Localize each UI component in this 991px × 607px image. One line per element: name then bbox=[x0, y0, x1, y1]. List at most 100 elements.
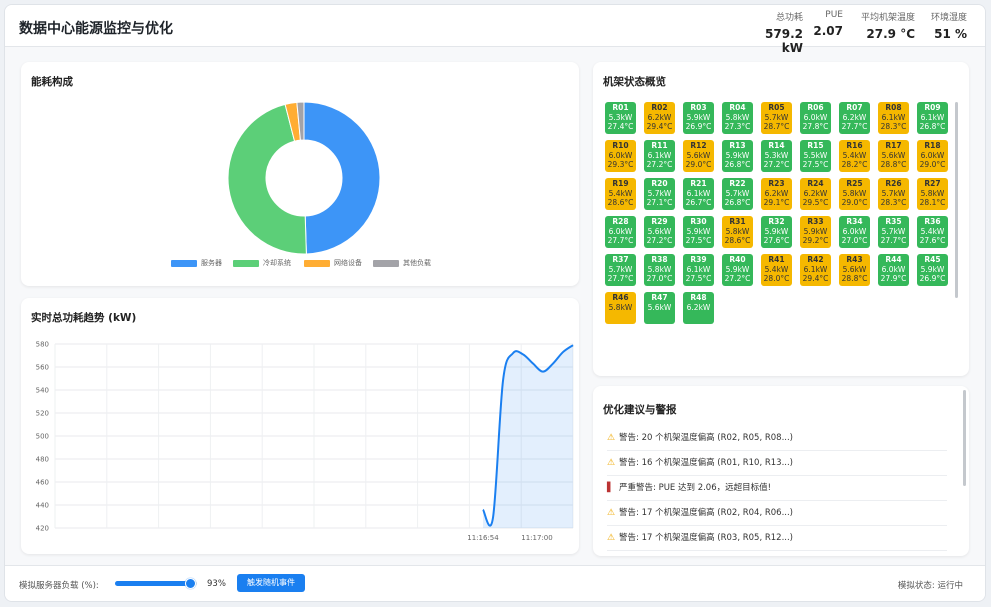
legend-swatch bbox=[171, 259, 197, 267]
rack-tile-r12[interactable]: R12 5.6kW 29.0°C bbox=[683, 140, 714, 172]
load-slider[interactable] bbox=[115, 578, 197, 589]
rack-temp: 26.8°C bbox=[724, 160, 751, 169]
page-title: 数据中心能源监控与优化 bbox=[19, 21, 173, 37]
rack-tile-r45[interactable]: R45 5.9kW 26.9°C bbox=[917, 254, 948, 286]
rack-tile-r03[interactable]: R03 5.9kW 26.9°C bbox=[683, 102, 714, 134]
rack-tile-r29[interactable]: R29 5.6kW 27.2°C bbox=[644, 216, 675, 248]
rack-temp: 27.0°C bbox=[841, 236, 868, 245]
trigger-event-button[interactable]: 触发随机事件 bbox=[237, 574, 305, 592]
metric-value: 579.2 kW bbox=[765, 27, 803, 55]
rack-tile-r22[interactable]: R22 5.7kW 26.8°C bbox=[722, 178, 753, 210]
rack-tile-r34[interactable]: R34 6.0kW 27.0°C bbox=[839, 216, 870, 248]
rack-tile-r46[interactable]: R46 5.8kW bbox=[605, 292, 636, 324]
rack-tile-r04[interactable]: R04 5.8kW 27.3°C bbox=[722, 102, 753, 134]
rack-temp: 28.6°C bbox=[607, 198, 634, 207]
rack-tile-r16[interactable]: R16 5.4kW 28.2°C bbox=[839, 140, 870, 172]
legend-item[interactable]: 服务器 bbox=[171, 258, 222, 268]
rack-id: R22 bbox=[729, 179, 746, 188]
rack-temp: 28.0°C bbox=[763, 274, 790, 283]
legend-item[interactable]: 其他负载 bbox=[373, 258, 431, 268]
rack-id: R27 bbox=[924, 179, 941, 188]
rack-tile-r38[interactable]: R38 5.8kW 27.0°C bbox=[644, 254, 675, 286]
rack-tile-r39[interactable]: R39 6.1kW 27.5°C bbox=[683, 254, 714, 286]
rack-id: R45 bbox=[924, 255, 941, 264]
rack-tile-r25[interactable]: R25 5.8kW 29.0°C bbox=[839, 178, 870, 210]
rack-tile-r18[interactable]: R18 6.0kW 29.0°C bbox=[917, 140, 948, 172]
rack-power: 6.0kW bbox=[608, 226, 633, 236]
slider-thumb[interactable] bbox=[185, 578, 197, 589]
rack-id: R47 bbox=[651, 293, 668, 302]
rack-power: 5.7kW bbox=[647, 188, 672, 198]
rack-id: R12 bbox=[690, 141, 707, 150]
rack-temp: 27.6°C bbox=[763, 236, 790, 245]
rack-temp: 27.2°C bbox=[646, 236, 673, 245]
rack-id: R43 bbox=[846, 255, 863, 264]
rack-tile-r30[interactable]: R30 5.9kW 27.5°C bbox=[683, 216, 714, 248]
rack-id: R29 bbox=[651, 217, 668, 226]
control-footer: 模拟服务器负载 (%): 93% 触发随机事件 模拟状态: 运行中 bbox=[5, 565, 985, 601]
legend-label: 网络设备 bbox=[334, 259, 362, 267]
rack-temp: 29.2°C bbox=[802, 236, 829, 245]
rack-tile-r43[interactable]: R43 5.6kW 28.8°C bbox=[839, 254, 870, 286]
rack-tile-r32[interactable]: R32 5.9kW 27.6°C bbox=[761, 216, 792, 248]
rack-scrollbar[interactable] bbox=[955, 102, 958, 298]
rack-tile-r23[interactable]: R23 6.2kW 29.1°C bbox=[761, 178, 792, 210]
rack-tile-r42[interactable]: R42 6.1kW 29.4°C bbox=[800, 254, 831, 286]
rack-tile-r11[interactable]: R11 6.1kW 27.2°C bbox=[644, 140, 675, 172]
rack-tile-r19[interactable]: R19 5.4kW 28.6°C bbox=[605, 178, 636, 210]
rack-tile-r10[interactable]: R10 6.0kW 29.3°C bbox=[605, 140, 636, 172]
rack-tile-r37[interactable]: R37 5.7kW 27.7°C bbox=[605, 254, 636, 286]
alerts-scrollbar[interactable] bbox=[963, 390, 966, 486]
rack-tile-r02[interactable]: R02 6.2kW 29.4°C bbox=[644, 102, 675, 134]
rack-tile-r28[interactable]: R28 6.0kW 27.7°C bbox=[605, 216, 636, 248]
rack-tile-r27[interactable]: R27 5.8kW 28.1°C bbox=[917, 178, 948, 210]
rack-id: R17 bbox=[885, 141, 902, 150]
rack-tile-r36[interactable]: R36 5.4kW 27.6°C bbox=[917, 216, 948, 248]
rack-tile-r47[interactable]: R47 5.6kW bbox=[644, 292, 675, 324]
rack-tile-r44[interactable]: R44 6.0kW 27.9°C bbox=[878, 254, 909, 286]
rack-tile-r33[interactable]: R33 5.9kW 29.2°C bbox=[800, 216, 831, 248]
rack-tile-r06[interactable]: R06 6.0kW 27.8°C bbox=[800, 102, 831, 134]
rack-power: 6.2kW bbox=[842, 112, 867, 122]
rack-tile-r08[interactable]: R08 6.1kW 28.3°C bbox=[878, 102, 909, 134]
rack-power: 5.7kW bbox=[881, 226, 906, 236]
rack-tile-r48[interactable]: R48 6.2kW bbox=[683, 292, 714, 324]
rack-power: 5.8kW bbox=[725, 226, 750, 236]
legend-item[interactable]: 冷却系统 bbox=[233, 258, 291, 268]
legend-item[interactable]: 网络设备 bbox=[304, 258, 362, 268]
rack-id: R13 bbox=[729, 141, 746, 150]
rack-power: 5.7kW bbox=[725, 188, 750, 198]
rack-tile-r13[interactable]: R13 5.9kW 26.8°C bbox=[722, 140, 753, 172]
rack-tile-r26[interactable]: R26 5.7kW 28.3°C bbox=[878, 178, 909, 210]
rack-temp: 27.7°C bbox=[607, 274, 634, 283]
rack-power: 5.9kW bbox=[686, 226, 711, 236]
chart-legend: 服务器 冷却系统 网络设备 其他负载 bbox=[21, 258, 579, 270]
rack-tile-r15[interactable]: R15 5.5kW 27.5°C bbox=[800, 140, 831, 172]
rack-temp: 27.6°C bbox=[919, 236, 946, 245]
rack-temp: 26.8°C bbox=[724, 198, 751, 207]
rack-tile-r01[interactable]: R01 5.3kW 27.4°C bbox=[605, 102, 636, 134]
rack-temp: 27.4°C bbox=[607, 122, 634, 131]
rack-tile-r24[interactable]: R24 6.2kW 29.5°C bbox=[800, 178, 831, 210]
rack-tile-r09[interactable]: R09 6.1kW 26.8°C bbox=[917, 102, 948, 134]
rack-id: R40 bbox=[729, 255, 746, 264]
rack-tile-r41[interactable]: R41 5.4kW 28.0°C bbox=[761, 254, 792, 286]
rack-tile-r05[interactable]: R05 5.7kW 28.7°C bbox=[761, 102, 792, 134]
rack-id: R42 bbox=[807, 255, 824, 264]
rack-tile-r20[interactable]: R20 5.7kW 27.1°C bbox=[644, 178, 675, 210]
rack-temp: 27.5°C bbox=[685, 274, 712, 283]
rack-tile-r21[interactable]: R21 6.1kW 26.7°C bbox=[683, 178, 714, 210]
alert-item: ⚠ 警告: 17 个机架温度偏高 (R03, R05, R12...) bbox=[607, 526, 947, 551]
pie-slice-0 bbox=[303, 101, 381, 255]
legend-swatch bbox=[304, 259, 330, 267]
rack-tile-r14[interactable]: R14 5.3kW 27.2°C bbox=[761, 140, 792, 172]
rack-tile-r31[interactable]: R31 5.8kW 28.6°C bbox=[722, 216, 753, 248]
rack-tile-r35[interactable]: R35 5.7kW 27.7°C bbox=[878, 216, 909, 248]
rack-tile-r40[interactable]: R40 5.9kW 27.2°C bbox=[722, 254, 753, 286]
slider-label: 模拟服务器负载 (%): bbox=[19, 581, 99, 591]
rack-tile-r07[interactable]: R07 6.2kW 27.7°C bbox=[839, 102, 870, 134]
rack-tile-r17[interactable]: R17 5.6kW 28.8°C bbox=[878, 140, 909, 172]
alert-text: 严重警告: PUE 达到 2.06，远超目标值! bbox=[619, 483, 772, 493]
rack-temp: 29.0°C bbox=[685, 160, 712, 169]
rack-temp: 28.3°C bbox=[880, 198, 907, 207]
